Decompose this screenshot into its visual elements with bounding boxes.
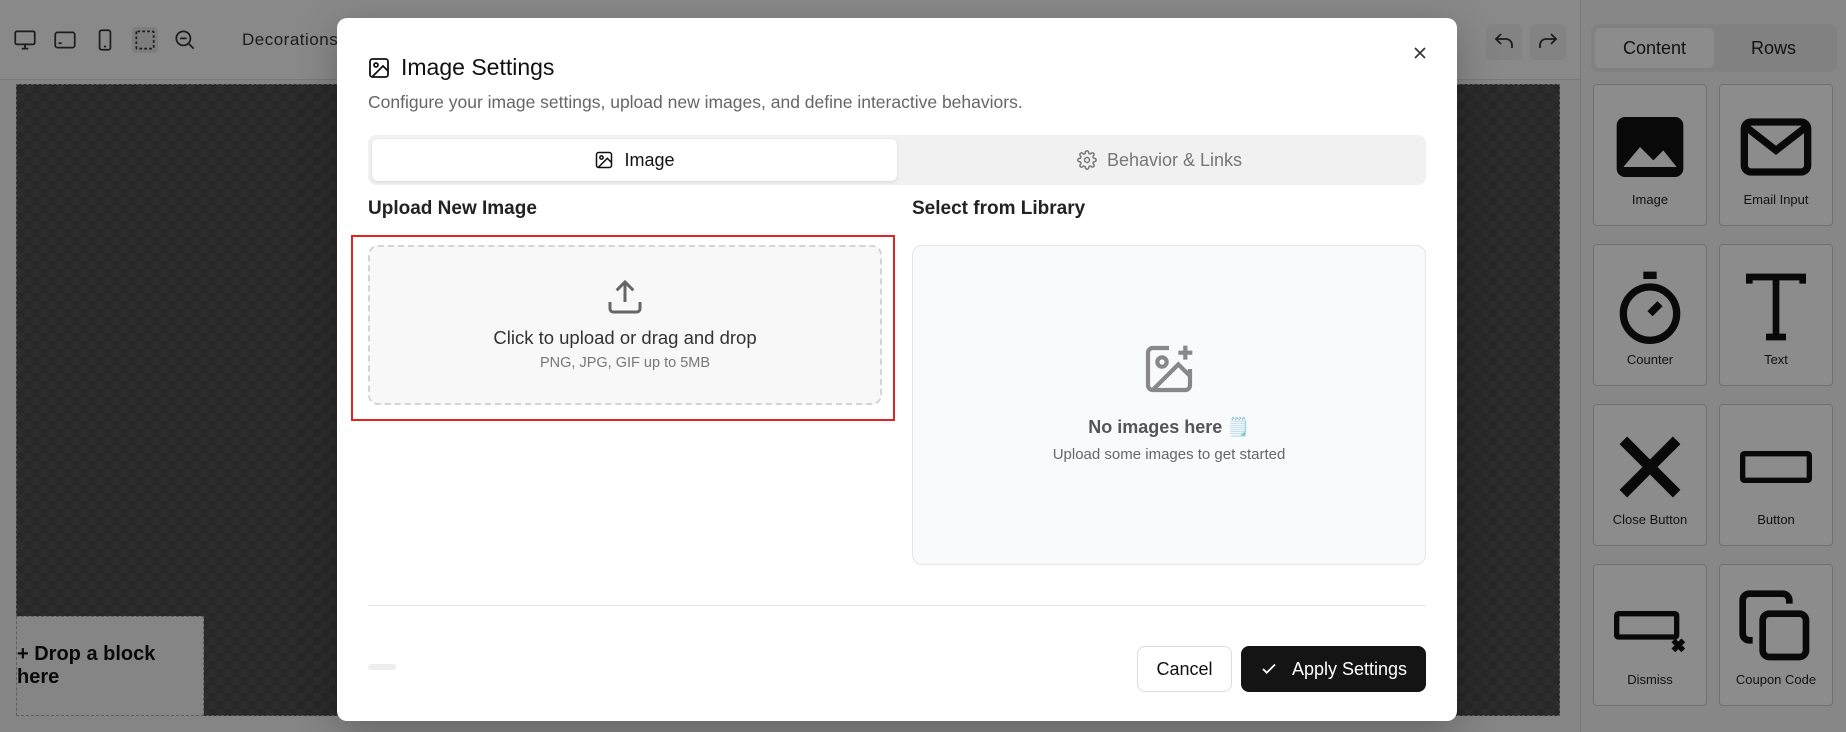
upload-icon (608, 279, 642, 314)
check-icon (1262, 663, 1276, 675)
image-library: No images here 🗒️ Upload some images to … (912, 245, 1426, 565)
apply-button-label: Apply Settings (1291, 658, 1408, 679)
footer-placeholder (368, 664, 396, 670)
footer-divider (368, 605, 1426, 606)
image-settings-dialog: Image Settings Configure your image sett… (337, 18, 1457, 721)
library-heading: Select from Library (912, 198, 1086, 219)
dialog-title: Image Settings (401, 54, 555, 80)
close-icon (1414, 47, 1426, 59)
tab-image[interactable]: Image (372, 139, 897, 181)
dialog-header: Image Settings (367, 54, 554, 81)
gear-icon (1077, 150, 1097, 170)
library-empty-subtitle: Upload some images to get started (1052, 446, 1286, 463)
image-icon (369, 57, 389, 78)
close-button[interactable] (1405, 38, 1435, 68)
upload-heading: Upload New Image (368, 198, 537, 219)
tab-behavior-links[interactable]: Behavior & Links (897, 139, 1422, 181)
upload-file-types: PNG, JPG, GIF up to 5MB (539, 355, 711, 371)
library-empty-title: No images here 🗒️ (1088, 417, 1250, 437)
upload-dropzone[interactable]: Click to upload or drag and drop PNG, JP… (368, 245, 882, 405)
settings-tabs: Image Behavior & Links (368, 135, 1426, 185)
cancel-button[interactable]: Cancel (1137, 646, 1232, 692)
upload-instruction: Click to upload or drag and drop (493, 327, 757, 348)
image-icon (596, 151, 613, 169)
dialog-description: Configure your image settings, upload ne… (368, 92, 1023, 112)
image-plus-icon (1145, 345, 1193, 393)
tab-label: Behavior & Links (1106, 149, 1243, 170)
apply-settings-button[interactable]: Apply Settings (1241, 646, 1426, 692)
tab-label: Image (624, 149, 675, 170)
